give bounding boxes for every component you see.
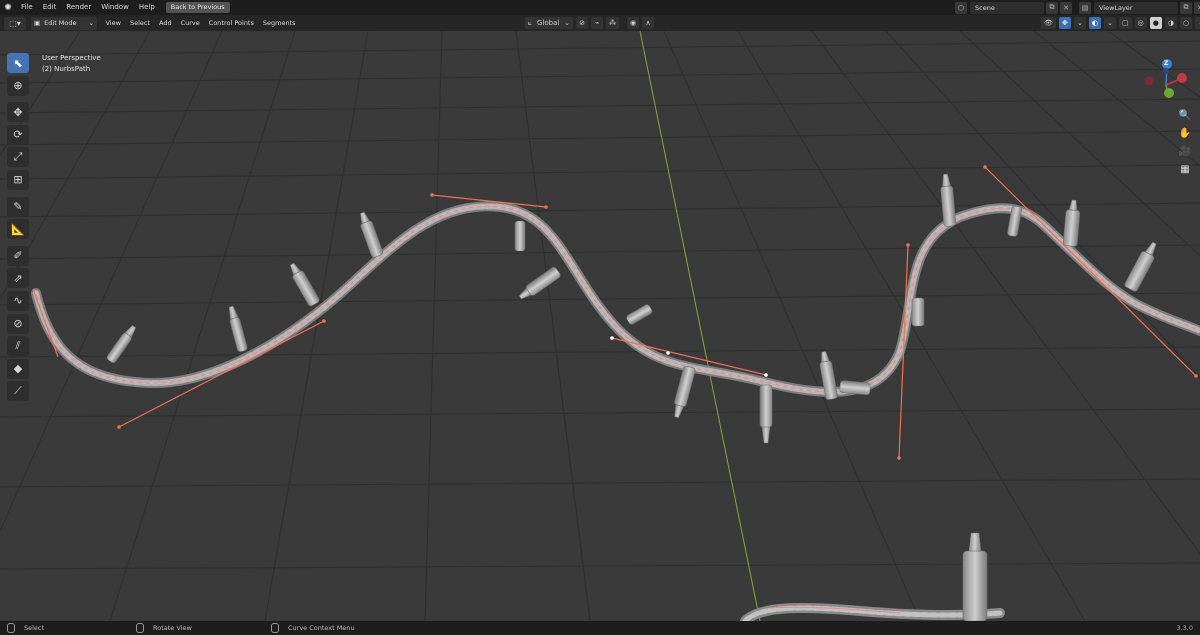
overlay-options-icon[interactable]: ⌄ — [1104, 17, 1116, 29]
transform-tool-icon[interactable]: ⊞ — [7, 169, 29, 190]
scene-selector: ⬡ Scene ⧉ ✕ — [953, 1, 1072, 14]
orientation-icon: ⟀ — [528, 18, 533, 27]
orientation-label: Global — [536, 19, 560, 27]
bulbs — [106, 173, 1157, 621]
camera-view-icon[interactable]: 🎥 — [1176, 143, 1194, 160]
viewport-header: ⬚▾ ▣ Edit Mode ⌄ View Select Add Curve C… — [0, 15, 1200, 31]
gizmo-toggle-icon[interactable]: ✥ — [1058, 17, 1071, 29]
delete-view-layer-icon[interactable]: ✕ — [1194, 1, 1200, 14]
pan-hand-icon[interactable]: ✋ — [1176, 125, 1194, 142]
draw-tool-icon[interactable]: ✐ — [7, 245, 29, 266]
menu-window[interactable]: Window — [96, 0, 134, 15]
curve-pen-tool-icon[interactable]: ∿ — [7, 290, 29, 311]
menu-edit[interactable]: Edit — [38, 0, 62, 15]
new-view-layer-icon[interactable]: ⧉ — [1180, 1, 1192, 14]
new-scene-icon[interactable]: ⧉ — [1046, 1, 1058, 14]
solid-shading-icon[interactable]: ● — [1149, 17, 1162, 29]
radius-tool-icon[interactable]: ⊘ — [7, 313, 29, 334]
snap-icon[interactable]: ⌁ — [591, 17, 603, 29]
floor-grid — [0, 31, 1200, 621]
scene-canvas — [0, 31, 1200, 621]
move-tool-icon[interactable]: ✥ — [7, 102, 29, 123]
back-to-previous-button[interactable]: Back to Previous — [165, 2, 230, 13]
mouse-middle-icon — [136, 623, 144, 633]
object-label: (2) NurbsPath — [42, 65, 91, 73]
select-box-tool-icon[interactable]: ⬉ — [7, 53, 29, 73]
rendered-shading-icon[interactable]: ○ — [1179, 17, 1193, 29]
scene-field[interactable]: Scene — [970, 1, 1044, 14]
xray-icon[interactable]: ▢ — [1119, 17, 1132, 29]
z-axis-label: Z — [1164, 60, 1169, 67]
chevron-down-icon: ⌄ — [564, 19, 570, 27]
mouse-right-icon — [271, 623, 279, 633]
menu-add[interactable]: Add — [155, 19, 177, 27]
status-bar: Select Rotate View Curve Context Menu 3.… — [0, 621, 1200, 635]
status-context: Curve Context Menu — [271, 623, 355, 633]
proportional-edit-icon[interactable]: ◉ — [627, 17, 640, 29]
status-select: Select — [7, 623, 44, 633]
shading-options-icon[interactable]: ⌄ — [1195, 17, 1200, 29]
overlay-toggle-icon[interactable]: ◐ — [1088, 17, 1101, 29]
top-menu-bar: ✺ File Edit Render Window Help Back to P… — [0, 0, 1200, 15]
navigation-gizmo[interactable]: Z — [1130, 55, 1188, 107]
annotate-tool-icon[interactable]: ✎ — [7, 196, 29, 217]
version-label: 3.3.0 — [1176, 624, 1193, 632]
y-axis-line — [639, 31, 761, 621]
view-layer-selector: ▤ ViewLayer ⧉ ✕ — [1077, 1, 1200, 14]
menu-view[interactable]: View — [101, 19, 125, 27]
light-string-cable — [31, 201, 1200, 621]
viewport-info: User Perspective (2) NurbsPath — [42, 53, 101, 75]
rotate-tool-icon[interactable]: ⟳ — [7, 124, 29, 145]
status-context-label: Curve Context Menu — [288, 624, 355, 632]
delete-scene-icon[interactable]: ✕ — [1060, 1, 1072, 14]
menu-segments[interactable]: Segments — [258, 19, 300, 27]
visibility-icon[interactable]: 👁 — [1041, 17, 1056, 29]
extrude-tool-icon[interactable]: ⇗ — [7, 268, 29, 289]
mode-dropdown[interactable]: ▣ Edit Mode ⌄ — [31, 16, 97, 30]
view-layer-icon[interactable]: ▤ — [1079, 1, 1091, 14]
status-rotate: Rotate View — [136, 623, 192, 633]
blender-logo-icon[interactable]: ✺ — [0, 0, 16, 15]
tilt-tool-icon[interactable]: ⫽ — [7, 336, 29, 357]
gizmo-options-icon[interactable]: ⌄ — [1073, 17, 1086, 29]
material-shading-icon[interactable]: ◑ — [1164, 17, 1177, 29]
falloff-icon[interactable]: ∧ — [642, 17, 655, 29]
chevron-down-icon: ⌄ — [88, 19, 94, 27]
menu-select[interactable]: Select — [125, 19, 154, 27]
3d-viewport[interactable]: User Perspective (2) NurbsPath ⬉ ⊕ ✥ ⟳ ⤢… — [0, 31, 1200, 621]
menu-control-points[interactable]: Control Points — [204, 19, 258, 27]
viewport-display-tools: 👁 ✥ ⌄ ◐ ⌄ ▢ ◎ ● ◑ ○ ⌄ — [1038, 16, 1200, 30]
cursor-tool-icon[interactable]: ⊕ — [7, 75, 29, 96]
mode-label: Edit Mode — [44, 19, 77, 27]
tool-shelf: ⬉ ⊕ ✥ ⟳ ⤢ ⊞ ✎ 📐 ✐ ⇗ ∿ ⊘ ⫽ ◆ ⟋ — [6, 53, 30, 404]
zoom-icon[interactable]: 🔍 — [1176, 107, 1194, 124]
menu-help[interactable]: Help — [134, 0, 160, 15]
status-rotate-label: Rotate View — [153, 624, 192, 632]
scale-tool-icon[interactable]: ⤢ — [7, 147, 29, 168]
measure-tool-icon[interactable]: 📐 — [7, 219, 29, 240]
editor-type-icon[interactable]: ⬚▾ — [4, 16, 26, 30]
orientation-dropdown[interactable]: ⟀ Global ⌄ — [525, 17, 573, 29]
ortho-grid-icon[interactable]: ▦ — [1176, 161, 1194, 178]
view-layer-field[interactable]: ViewLayer — [1094, 1, 1178, 14]
snap-target-icon[interactable]: ⁂ — [606, 17, 619, 29]
randomize-tool-icon[interactable]: ◆ — [7, 358, 29, 379]
mouse-left-icon — [7, 623, 15, 633]
perspective-label: User Perspective — [42, 54, 101, 62]
pivot-icon[interactable]: ⊘ — [576, 17, 588, 29]
menu-curve[interactable]: Curve — [176, 19, 204, 27]
wireframe-shading-icon[interactable]: ◎ — [1134, 17, 1147, 29]
menu-file[interactable]: File — [16, 0, 38, 15]
transform-tools: ⟀ Global ⌄ ⊘ ⌁ ⁂ ◉ ∧ — [522, 16, 655, 30]
status-select-label: Select — [24, 624, 45, 632]
shear-tool-icon[interactable]: ⟋ — [7, 381, 29, 402]
scene-icon[interactable]: ⬡ — [955, 1, 967, 14]
menu-render[interactable]: Render — [61, 0, 96, 15]
edit-mode-icon: ▣ — [34, 19, 41, 27]
